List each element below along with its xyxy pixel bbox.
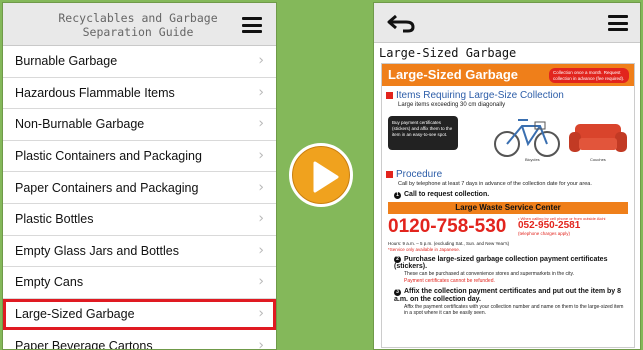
hamburger-menu-icon[interactable] [242,17,262,33]
menu-item-label: Large-Sized Garbage [15,307,135,322]
menu-item[interactable]: Paper Beverage Cartons › [3,330,276,350]
step-3-text: Affix the payment certificates with your… [404,303,624,316]
doc-banner-title: Large-Sized Garbage [388,67,519,82]
procedure-subtext: Call by telephone at least 7 days in adv… [398,181,592,187]
menu-item[interactable]: Hazardous Flammable Items › [3,78,276,110]
hamburger-menu-icon[interactable] [608,15,628,31]
items-subtext: Large items exceeding 30 cm diagonally [398,102,506,108]
detail-screen: Large-Sized Garbage Large-Sized Garbage … [373,2,641,350]
menu-item[interactable]: Plastic Containers and Packaging › [3,141,276,173]
caption-couches: Couches [590,157,606,162]
menu-item[interactable]: Non-Burnable Garbage › [3,109,276,141]
bicycle-icon [494,119,560,157]
caption-bicycles: Bicycles [525,157,540,162]
chevron-right-icon: › [258,337,264,350]
menu-item[interactable]: Burnable Garbage › [3,46,276,78]
app-title: Recyclables and Garbage Separation Guide [58,11,218,39]
doc-banner: Large-Sized Garbage Collection once a mo… [382,64,634,86]
phone-main[interactable]: 0120-758-530 [388,216,506,238]
back-arrow-icon[interactable] [386,13,416,33]
sticker-tip-box: Buy payment certificates (stickers) and … [388,116,458,150]
chevron-right-icon: › [258,242,264,259]
phone-alt[interactable]: 052-950-2581 [518,220,580,231]
chevron-right-icon: › [258,52,264,69]
menu-item[interactable]: Plastic Bottles › [3,204,276,236]
chevron-right-icon: › [258,116,264,133]
guide-document: Large-Sized Garbage Collection once a mo… [381,63,635,348]
chevron-right-icon: › [258,274,264,291]
chevron-right-icon: › [258,305,264,322]
menu-item-label: Plastic Bottles [15,212,94,227]
page-title: Large-Sized Garbage [379,46,517,60]
play-arrow-icon[interactable] [289,143,353,207]
service-center-name: Large Waste Service Center [388,201,628,214]
app-header: Recyclables and Garbage Separation Guide [3,3,276,46]
items-illustration: Buy payment certificates (stickers) and … [382,110,634,165]
step-3: 3 Affix the collection payment certificat… [394,288,622,303]
section-marker-icon [386,92,393,99]
category-list: Burnable Garbage › Hazardous Flammable Ite… [3,46,276,350]
collection-badge: Collection once a month. Request collect… [549,68,629,83]
menu-item[interactable]: Empty Cans › [3,267,276,299]
menu-item-label: Hazardous Flammable Items [15,85,175,100]
menu-item[interactable]: Paper Containers and Packaging › [3,172,276,204]
menu-item[interactable]: Empty Glass Jars and Bottles › [3,236,276,268]
service-hours: Hours: 9 a.m. – 5 p.m. (excluding Sat., … [388,240,510,246]
section-marker-icon [386,171,393,178]
chevron-right-icon: › [258,210,264,227]
couch-icon [569,124,627,152]
menu-item-label: Paper Containers and Packaging [15,180,199,195]
detail-header [374,3,640,43]
procedure-heading: Procedure [386,169,630,180]
menu-item-label: Non-Burnable Garbage [15,117,145,132]
phone-alt-sub: (telephone charges apply) [518,230,571,236]
menu-item[interactable]: Large-Sized Garbage › [3,298,276,331]
menu-item-label: Empty Cans [15,275,84,290]
menu-item-label: Plastic Containers and Packaging [15,149,202,164]
chevron-right-icon: › [258,179,264,196]
menu-item-label: Paper Beverage Cartons [15,338,153,350]
items-heading: Items Requiring Large-Size Collection [386,90,630,101]
menu-screen: Recyclables and Garbage Separation Guide… [2,2,277,350]
menu-item-label: Empty Glass Jars and Bottles [15,243,179,258]
step-2-text: These can be purchased at convenience st… [404,271,575,277]
phone-numbers: 0120-758-530 • When calling by cell phon… [388,216,628,240]
language-note: *Service only available in Japanese. [388,246,461,252]
chevron-right-icon: › [258,147,264,164]
step-2-note: Payment certificates cannot be refunded. [404,278,495,284]
step-2: 2 Purchase large-sized garbage collection… [394,255,608,270]
menu-item-label: Burnable Garbage [15,54,118,69]
chevron-right-icon: › [258,84,264,101]
step-1: 1 Call to request collection. [394,191,634,199]
